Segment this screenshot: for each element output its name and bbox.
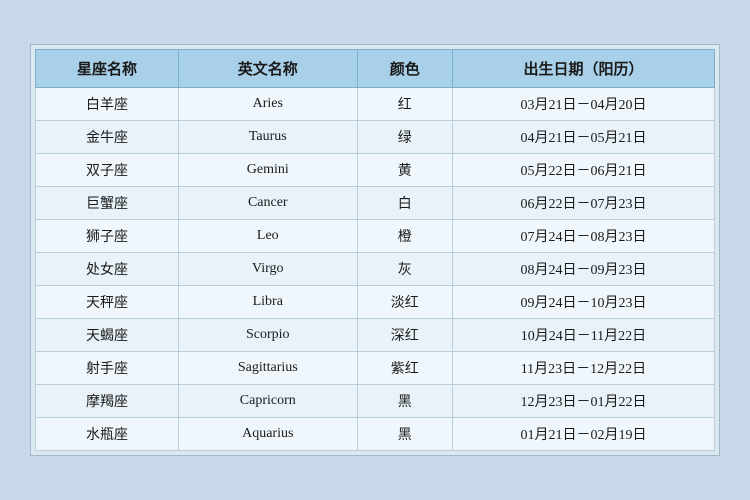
cell-cn-name: 水瓶座: [36, 418, 179, 451]
cell-en-name: Capricorn: [178, 385, 357, 418]
cell-cn-name: 天秤座: [36, 286, 179, 319]
header-en-name: 英文名称: [178, 50, 357, 88]
cell-en-name: Scorpio: [178, 319, 357, 352]
cell-color: 橙: [357, 220, 452, 253]
table-row: 天蝎座Scorpio深红10月24日－11月22日: [36, 319, 715, 352]
table-row: 白羊座Aries红03月21日－04月20日: [36, 88, 715, 121]
cell-cn-name: 狮子座: [36, 220, 179, 253]
header-color: 颜色: [357, 50, 452, 88]
cell-date: 11月23日－12月22日: [452, 352, 714, 385]
cell-date: 08月24日－09月23日: [452, 253, 714, 286]
cell-color: 白: [357, 187, 452, 220]
cell-en-name: Taurus: [178, 121, 357, 154]
table-row: 双子座Gemini黄05月22日－06月21日: [36, 154, 715, 187]
header-date: 出生日期（阳历）: [452, 50, 714, 88]
cell-cn-name: 金牛座: [36, 121, 179, 154]
table-row: 射手座Sagittarius紫红11月23日－12月22日: [36, 352, 715, 385]
cell-cn-name: 处女座: [36, 253, 179, 286]
cell-color: 绿: [357, 121, 452, 154]
cell-en-name: Sagittarius: [178, 352, 357, 385]
table-row: 处女座Virgo灰08月24日－09月23日: [36, 253, 715, 286]
zodiac-table-container: 星座名称 英文名称 颜色 出生日期（阳历） 白羊座Aries红03月21日－04…: [30, 44, 720, 456]
cell-cn-name: 射手座: [36, 352, 179, 385]
cell-en-name: Cancer: [178, 187, 357, 220]
cell-en-name: Aries: [178, 88, 357, 121]
cell-color: 黑: [357, 418, 452, 451]
cell-color: 淡红: [357, 286, 452, 319]
cell-date: 12月23日－01月22日: [452, 385, 714, 418]
cell-color: 黄: [357, 154, 452, 187]
cell-date: 10月24日－11月22日: [452, 319, 714, 352]
table-row: 天秤座Libra淡红09月24日－10月23日: [36, 286, 715, 319]
cell-cn-name: 双子座: [36, 154, 179, 187]
table-row: 摩羯座Capricorn黑12月23日－01月22日: [36, 385, 715, 418]
cell-date: 01月21日－02月19日: [452, 418, 714, 451]
table-row: 巨蟹座Cancer白06月22日－07月23日: [36, 187, 715, 220]
cell-cn-name: 白羊座: [36, 88, 179, 121]
table-row: 水瓶座Aquarius黑01月21日－02月19日: [36, 418, 715, 451]
cell-date: 06月22日－07月23日: [452, 187, 714, 220]
zodiac-table: 星座名称 英文名称 颜色 出生日期（阳历） 白羊座Aries红03月21日－04…: [35, 49, 715, 451]
cell-cn-name: 巨蟹座: [36, 187, 179, 220]
table-row: 狮子座Leo橙07月24日－08月23日: [36, 220, 715, 253]
cell-color: 红: [357, 88, 452, 121]
cell-date: 09月24日－10月23日: [452, 286, 714, 319]
cell-date: 07月24日－08月23日: [452, 220, 714, 253]
cell-date: 03月21日－04月20日: [452, 88, 714, 121]
cell-en-name: Libra: [178, 286, 357, 319]
cell-color: 黑: [357, 385, 452, 418]
cell-cn-name: 摩羯座: [36, 385, 179, 418]
cell-en-name: Leo: [178, 220, 357, 253]
cell-en-name: Gemini: [178, 154, 357, 187]
cell-color: 深红: [357, 319, 452, 352]
table-header-row: 星座名称 英文名称 颜色 出生日期（阳历）: [36, 50, 715, 88]
cell-date: 04月21日－05月21日: [452, 121, 714, 154]
table-row: 金牛座Taurus绿04月21日－05月21日: [36, 121, 715, 154]
cell-en-name: Aquarius: [178, 418, 357, 451]
cell-en-name: Virgo: [178, 253, 357, 286]
cell-date: 05月22日－06月21日: [452, 154, 714, 187]
cell-cn-name: 天蝎座: [36, 319, 179, 352]
cell-color: 灰: [357, 253, 452, 286]
header-cn-name: 星座名称: [36, 50, 179, 88]
cell-color: 紫红: [357, 352, 452, 385]
